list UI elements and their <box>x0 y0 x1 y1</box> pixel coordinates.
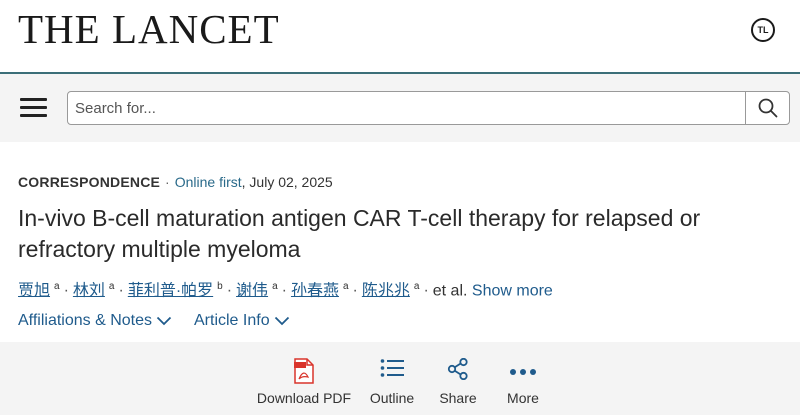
affiliations-label: Affiliations & Notes <box>18 312 152 329</box>
search-button[interactable] <box>746 92 789 124</box>
author-link[interactable]: 林刘 <box>73 282 105 299</box>
et-al: et al. <box>432 282 468 300</box>
search-icon <box>758 98 778 118</box>
chevron-down-icon <box>156 316 172 326</box>
affiliation-marker[interactable]: a <box>272 281 278 292</box>
more-label: More <box>507 390 539 406</box>
author-link[interactable]: 孙春燕 <box>291 282 339 299</box>
author-link[interactable]: 陈兆兆 <box>362 282 410 299</box>
more-icon <box>510 369 536 375</box>
show-more-authors-link[interactable]: Show more <box>472 282 553 299</box>
menu-icon[interactable] <box>20 98 47 118</box>
outline-button[interactable]: Outline <box>363 342 421 415</box>
download-pdf-label: Download PDF <box>256 390 352 406</box>
affiliation-marker[interactable]: a <box>54 281 60 292</box>
article-info-label: Article Info <box>194 312 270 329</box>
share-button[interactable]: Share <box>434 342 482 415</box>
affiliations-dropdown[interactable]: Affiliations & Notes <box>18 312 172 330</box>
journal-logo[interactable]: THE LANCET <box>18 4 280 54</box>
masthead: THE LANCET TL <box>0 0 800 72</box>
download-pdf-button[interactable]: Download PDF <box>252 342 356 415</box>
article-info-dropdown[interactable]: Article Info <box>194 312 290 330</box>
author-link[interactable]: 菲利普·帕罗 <box>128 282 213 299</box>
search-input[interactable] <box>75 92 735 124</box>
online-status: Online first <box>174 174 242 190</box>
article-type: CORRESPONDENCE <box>18 174 161 190</box>
pdf-icon <box>294 358 314 384</box>
affiliation-marker[interactable]: a <box>343 281 349 292</box>
tl-badge-icon[interactable]: TL <box>751 18 775 42</box>
article-meta: CORRESPONDENCE · Online first, July 02, 20… <box>18 173 333 191</box>
more-button[interactable]: More <box>500 342 546 415</box>
list-icon <box>380 359 404 377</box>
author-link[interactable]: 谢伟 <box>236 282 268 299</box>
author-link[interactable]: 贾旭 <box>18 282 50 299</box>
article-title: In-vivo B-cell maturation antigen CAR T-… <box>18 205 701 262</box>
bottom-toolbar: Download PDF Outline Share More <box>0 342 800 415</box>
affiliation-marker[interactable]: a <box>109 281 115 292</box>
publication-date: , July 02, 2025 <box>241 174 333 190</box>
chevron-down-icon <box>274 316 289 326</box>
outline-label: Outline <box>369 390 415 406</box>
affiliation-marker[interactable]: b <box>217 281 223 292</box>
search-field <box>67 91 790 125</box>
share-icon <box>447 358 468 380</box>
share-label: Share <box>439 390 477 406</box>
affiliation-marker[interactable]: a <box>414 281 420 292</box>
article-dropdowns: Affiliations & Notes Article Info <box>18 312 312 330</box>
meta-separator: · <box>165 174 170 190</box>
author-list: 贾旭 a · 林刘 a · 菲利普·帕罗 b · 谢伟 a · 孙春燕 a · 陈兆兆 a · et al. Sho… <box>18 281 553 300</box>
